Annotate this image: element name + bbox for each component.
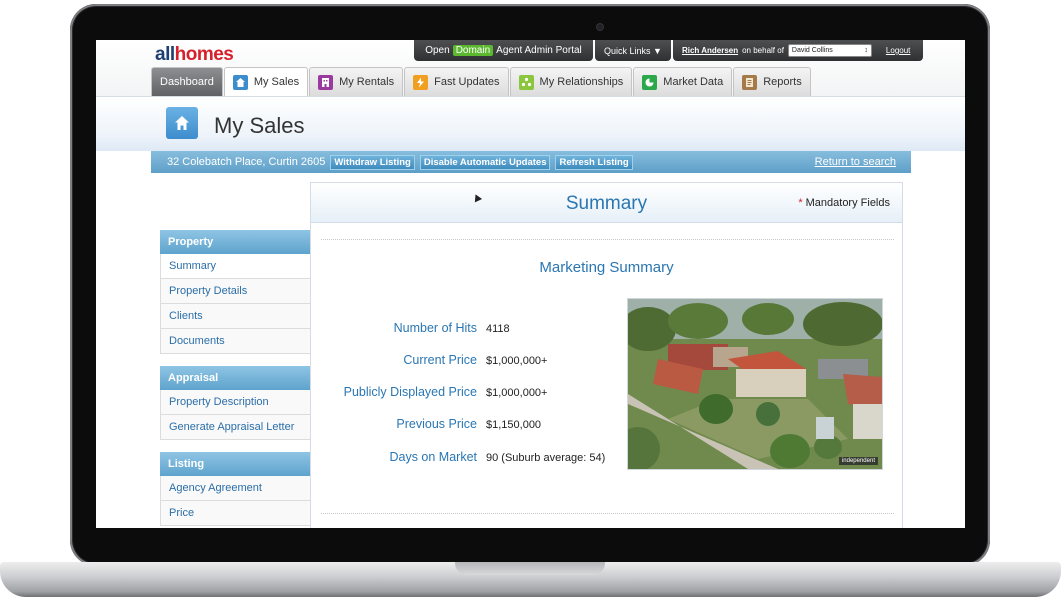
sidebar-item-summary[interactable]: Summary — [160, 254, 311, 279]
sidebar-nav: Property Summary Property Details Client… — [160, 230, 311, 526]
sidebar-section-property: Property — [160, 230, 311, 254]
tab-market-data[interactable]: Market Data — [633, 67, 733, 96]
laptop-notch — [455, 562, 605, 575]
behalf-select[interactable]: David Collins ↕ — [787, 44, 872, 57]
stat-row-days-on-market: Days on Market 90 (Suburb average: 54) — [311, 450, 605, 466]
sidebar-item-property-description[interactable]: Property Description — [160, 390, 311, 415]
sidebar-item-price[interactable]: Price — [160, 501, 311, 526]
stat-row-displayed-price: Publicly Displayed Price $1,000,000+ — [311, 385, 548, 401]
tab-fast-updates[interactable]: Fast Updates — [404, 67, 509, 96]
user-bar: Rich Andersen on behalf of David Collins… — [672, 40, 923, 61]
sidebar-item-clients[interactable]: Clients — [160, 304, 311, 329]
tab-reports[interactable]: Reports — [733, 67, 811, 96]
listing-action-bar: 32 Colebatch Place, Curtin 2605 Withdraw… — [151, 151, 911, 173]
lightning-icon — [413, 74, 429, 90]
listing-address: 32 Colebatch Place, Curtin 2605 — [167, 156, 326, 168]
marketing-summary-title: Marketing Summary — [539, 259, 674, 276]
camera-icon — [597, 24, 603, 30]
divider — [321, 513, 894, 514]
aerial-house-image — [628, 299, 882, 469]
portal-open-label: Open — [425, 45, 450, 56]
refresh-listing-button[interactable]: Refresh Listing — [555, 154, 633, 170]
stat-value: $1,150,000 — [486, 419, 542, 431]
logout-link[interactable]: Logout — [886, 46, 910, 55]
allhomes-logo[interactable]: allhomes — [155, 44, 234, 66]
photo-badge: independent — [838, 457, 878, 465]
mandatory-fields-note: * Mandatory Fields — [798, 197, 890, 209]
page-title: My Sales — [214, 113, 305, 138]
select-arrows-icon: ↕ — [864, 47, 868, 54]
divider — [321, 239, 894, 240]
stat-row-current-price: Current Price $1,000,000+ — [311, 353, 547, 369]
tab-my-relationships[interactable]: My Relationships — [509, 67, 633, 96]
house-icon — [232, 74, 248, 90]
tab-label: My Relationships — [539, 76, 624, 88]
tab-label: My Rentals — [339, 76, 395, 88]
stat-value: $1,000,000+ — [486, 387, 548, 399]
tab-dashboard[interactable]: Dashboard — [151, 67, 223, 96]
portal-switch-button[interactable]: Open Domain Agent Admin Portal — [414, 40, 593, 61]
stat-value: 90 (Suburb average: 54) — [486, 452, 606, 464]
withdraw-listing-button[interactable]: Withdraw Listing — [330, 154, 415, 170]
tab-my-rentals[interactable]: My Rentals — [309, 67, 404, 96]
tab-label: Reports — [763, 76, 802, 88]
panel-header: Summary * Mandatory Fields — [311, 183, 902, 223]
stat-label: Current Price — [403, 353, 477, 367]
property-photo[interactable]: independent — [627, 298, 883, 470]
top-bar: allhomes Open Domain Agent Admin Portal … — [96, 40, 965, 96]
logo-part-all: all — [155, 44, 175, 65]
disable-automatic-updates-button[interactable]: Disable Automatic Updates — [419, 154, 551, 170]
stat-value: $1,000,000+ — [486, 355, 548, 367]
sidebar-item-property-details[interactable]: Property Details — [160, 279, 311, 304]
sidebar-section-listing: Listing — [160, 452, 311, 476]
portal-bar: Open Domain Agent Admin Portal Quick Lin… — [414, 40, 923, 61]
mandatory-label: Mandatory Fields — [805, 197, 890, 209]
tab-label: My Sales — [253, 76, 300, 88]
house-icon — [166, 107, 198, 139]
pie-chart-icon — [642, 74, 658, 90]
tab-my-sales[interactable]: My Sales — [223, 67, 309, 96]
stat-label: Days on Market — [389, 450, 477, 464]
return-to-search-link[interactable]: Return to search — [815, 156, 896, 168]
tab-label: Market Data — [663, 76, 724, 88]
sidebar-item-documents[interactable]: Documents — [160, 329, 311, 354]
people-icon — [518, 74, 534, 90]
logo-part-homes: homes — [174, 44, 234, 65]
domain-badge: Domain — [452, 45, 494, 56]
stat-label: Previous Price — [396, 417, 477, 431]
user-name-link[interactable]: Rich Andersen — [682, 46, 738, 55]
stat-row-hits: Number of Hits 4118 — [311, 321, 510, 337]
tab-label: Dashboard — [160, 76, 214, 88]
stat-row-previous-price: Previous Price $1,150,000 — [311, 417, 541, 433]
required-asterisk: * — [798, 197, 803, 209]
stat-value: 4118 — [486, 323, 510, 335]
behalf-text: on behalf of — [742, 46, 784, 55]
summary-panel: Summary * Mandatory Fields Marketing Summ… — [310, 182, 903, 528]
main-tabs: Dashboard My Sales My Rentals Fast Updat… — [151, 67, 812, 96]
report-icon — [742, 74, 758, 90]
stat-label: Publicly Displayed Price — [343, 385, 477, 399]
page-header: My Sales — [96, 96, 965, 151]
building-icon — [318, 74, 334, 90]
screen: allhomes Open Domain Agent Admin Portal … — [96, 40, 965, 528]
sidebar-item-agency-agreement[interactable]: Agency Agreement — [160, 476, 311, 501]
sidebar-item-generate-appraisal-letter[interactable]: Generate Appraisal Letter — [160, 415, 311, 440]
sidebar-section-appraisal: Appraisal — [160, 366, 311, 390]
behalf-select-value: David Collins — [791, 47, 833, 54]
quick-links-dropdown[interactable]: Quick Links ▼ — [595, 40, 671, 61]
stat-label: Number of Hits — [393, 321, 477, 335]
portal-label: Agent Admin Portal — [496, 45, 582, 56]
tab-label: Fast Updates — [434, 76, 500, 88]
